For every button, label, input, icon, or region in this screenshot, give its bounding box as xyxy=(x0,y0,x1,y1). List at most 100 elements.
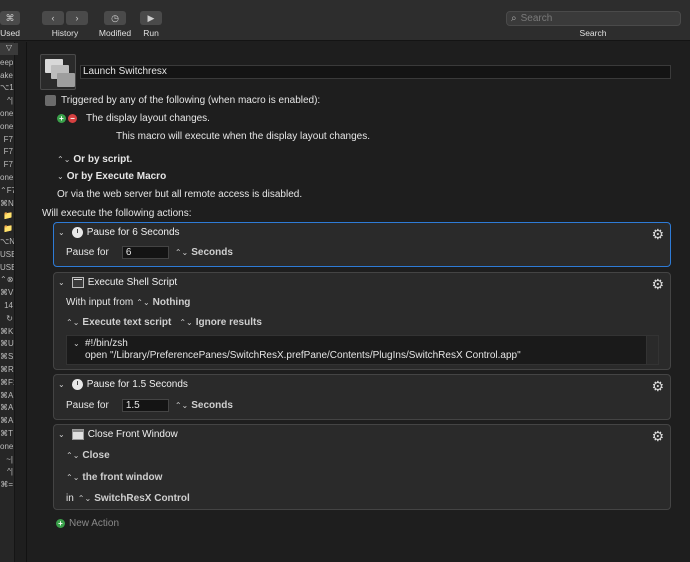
close-action-selector[interactable]: Close xyxy=(82,450,109,461)
history-label: History xyxy=(51,28,79,38)
chevron-left-icon: ‹ xyxy=(51,13,55,23)
macro-list-item[interactable]: ⌘U xyxy=(0,338,14,351)
disclosure-icon[interactable]: ⌄ xyxy=(58,228,65,237)
gear-icon[interactable]: ⚙ xyxy=(651,428,664,445)
macro-list-item[interactable]: ⌥1 xyxy=(0,82,14,95)
macro-list-item[interactable]: ⌘= xyxy=(0,479,14,492)
modified-button[interactable]: ◷ xyxy=(104,11,126,25)
updown-chevron-icon: ⌃⌄ xyxy=(174,248,189,257)
action-title: Pause for 1.5 Seconds xyxy=(86,379,188,390)
unit-selector[interactable]: Seconds xyxy=(191,247,233,258)
panel-divider[interactable] xyxy=(26,42,27,562)
results-selector[interactable]: Ignore results xyxy=(196,317,262,328)
search-field[interactable]: ⌕ xyxy=(506,11,681,26)
disclosure-icon[interactable]: ⌄ xyxy=(58,278,65,287)
macro-list-item[interactable]: ⌘A xyxy=(0,402,14,415)
used-label: Used xyxy=(0,28,20,38)
used-button[interactable]: ⌘ xyxy=(0,11,20,25)
macro-list-item[interactable]: one xyxy=(0,441,14,454)
macro-list-item[interactable]: ⌃⊗ xyxy=(0,274,14,287)
minus-icon[interactable]: − xyxy=(68,114,77,123)
disclosure-icon[interactable]: ⌄ xyxy=(73,339,80,348)
macro-list-item[interactable]: ⌘T xyxy=(0,428,14,441)
input-selector[interactable]: Nothing xyxy=(153,297,191,308)
disclosure-icon[interactable]: ⌄ xyxy=(58,430,65,439)
run-label: Run xyxy=(143,28,159,38)
close-action-row: ⌃⌄ Close xyxy=(66,450,110,461)
forward-button[interactable]: › xyxy=(66,11,88,25)
macro-list-item[interactable]: ⌘S xyxy=(0,351,14,364)
macro-list-item[interactable]: 📁 xyxy=(0,223,14,236)
macro-list-item[interactable]: ^| xyxy=(0,466,14,479)
macro-list-item[interactable]: eep xyxy=(0,57,14,70)
trigger-item: The display layout changes. xyxy=(86,113,210,124)
window-icon xyxy=(71,429,84,440)
filter-dropdown[interactable]: ▽ xyxy=(0,43,18,55)
macro-list-item[interactable]: ⌥N xyxy=(0,236,14,249)
pause-label: Pause for xyxy=(66,400,109,411)
macro-list-item[interactable]: 14 xyxy=(0,300,14,313)
macro-list-item[interactable]: one xyxy=(0,108,14,121)
macro-list-item[interactable]: one xyxy=(0,172,14,185)
or-by-execute-row[interactable]: ⌄ Or by Execute Macro xyxy=(57,171,166,182)
script-editor[interactable]: ⌄ #!/bin/zsh open "/Library/PreferencePa… xyxy=(66,335,659,365)
updown-chevron-icon: ⌃⌄ xyxy=(179,318,193,327)
gear-icon[interactable]: ⚙ xyxy=(651,226,664,243)
script-line-1: #!/bin/zsh xyxy=(85,338,128,349)
macro-list-item[interactable]: F7 xyxy=(0,134,14,147)
macro-list-item[interactable]: USB xyxy=(0,262,14,275)
trigger-checkbox[interactable] xyxy=(45,95,56,106)
unit-selector[interactable]: Seconds xyxy=(191,400,233,411)
pause-value-field[interactable]: 1.5 xyxy=(121,399,169,412)
run-button[interactable]: ▶ xyxy=(140,11,162,25)
macro-list-item[interactable]: USB xyxy=(0,249,14,262)
macro-list-item[interactable]: ⌘R xyxy=(0,364,14,377)
play-icon: ▶ xyxy=(147,12,155,23)
script-scrollbar[interactable] xyxy=(646,336,658,364)
search-input[interactable] xyxy=(520,13,671,24)
trigger-item-row: + − The display layout changes. xyxy=(57,113,210,124)
macro-list-item[interactable]: ⌘A xyxy=(0,390,14,403)
macro-list-item[interactable]: ⌘A xyxy=(0,415,14,428)
target-selector[interactable]: the front window xyxy=(82,472,162,483)
macro-list-item[interactable]: ⌘K xyxy=(0,326,14,339)
macro-list-item[interactable]: ⌘F1 xyxy=(0,377,14,390)
action-header: ⌄ Pause for 6 Seconds xyxy=(58,227,180,238)
macro-list-item[interactable]: F7 xyxy=(0,159,14,172)
toolbar: ⌘ Used ‹ › History ◷ Modified ▶ Run ⌕ Se… xyxy=(0,0,690,41)
mode-selector[interactable]: Execute text script xyxy=(82,317,171,328)
macro-list-item[interactable]: ake xyxy=(0,70,14,83)
new-action-button[interactable]: + New Action xyxy=(56,518,119,529)
macro-list-item[interactable]: 📁 xyxy=(0,210,14,223)
macro-list-item[interactable]: ⌘V xyxy=(0,287,14,300)
search-icon: ⌕ xyxy=(511,13,517,24)
macro-list-item[interactable]: ⌘N xyxy=(0,198,14,211)
action-header: ⌄ Pause for 1.5 Seconds xyxy=(58,379,188,390)
plus-icon[interactable]: + xyxy=(57,114,66,123)
pause-label: Pause for xyxy=(66,247,109,258)
macro-name-field[interactable]: Launch Switchresx xyxy=(80,65,671,79)
macro-list-item[interactable]: ^| xyxy=(0,95,14,108)
action-execute-shell[interactable]: ⌄ Execute Shell Script ⚙ With input from… xyxy=(53,272,671,370)
macro-list-item[interactable]: ⌃F7 xyxy=(0,185,14,198)
action-pause-1-5[interactable]: ⌄ Pause for 1.5 Seconds ⚙ Pause for 1.5 … xyxy=(53,374,671,420)
macro-icon[interactable] xyxy=(40,54,76,90)
macro-list-item[interactable]: ~| xyxy=(0,454,14,467)
action-pause-6[interactable]: ⌄ Pause for 6 Seconds ⚙ Pause for 6 ⌃⌄ S… xyxy=(53,222,671,267)
gear-icon[interactable]: ⚙ xyxy=(651,378,664,395)
updown-chevron-icon: ⌃⌄ xyxy=(66,473,80,482)
disclosure-icon[interactable]: ⌄ xyxy=(58,380,65,389)
chevron-right-icon: › xyxy=(75,13,79,23)
gear-icon[interactable]: ⚙ xyxy=(651,276,664,293)
action-title: Pause for 6 Seconds xyxy=(86,227,180,238)
macro-list-item[interactable]: ↻ xyxy=(0,313,14,326)
macro-list-item[interactable]: F7 xyxy=(0,146,14,159)
updown-chevron-icon: ⌃⌄ xyxy=(66,451,80,460)
macro-list-item[interactable]: one xyxy=(0,121,14,134)
or-by-script-row[interactable]: ⌃⌄ Or by script. xyxy=(57,154,132,165)
action-close-window[interactable]: ⌄ Close Front Window ⚙ ⌃⌄ Close ⌃⌄ the f… xyxy=(53,424,671,510)
plus-icon: + xyxy=(56,519,65,528)
app-selector[interactable]: SwitchResX Control xyxy=(94,493,190,504)
pause-value-field[interactable]: 6 xyxy=(121,246,169,259)
back-button[interactable]: ‹ xyxy=(42,11,64,25)
